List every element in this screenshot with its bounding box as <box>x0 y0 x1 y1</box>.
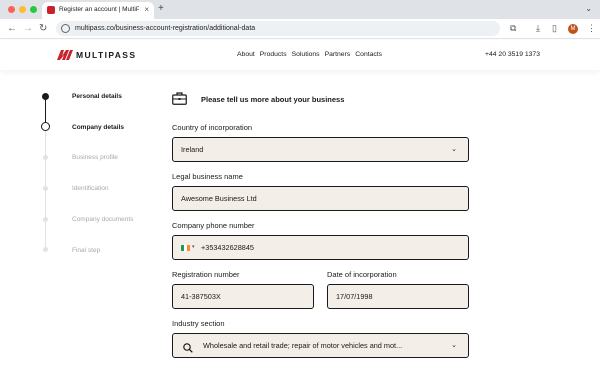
legal-name-value: Awesome Business Ltd <box>181 194 257 203</box>
registration-value: 41-387503X <box>181 292 221 301</box>
chevron-down-icon: ⌄ <box>451 146 457 153</box>
profile-avatar[interactable]: M <box>568 24 578 34</box>
maximize-window-button[interactable] <box>30 6 37 13</box>
country-select[interactable]: Ireland ⌄ <box>172 137 469 162</box>
tab-search-icon[interactable]: ⌄ <box>585 4 592 13</box>
tab-title: Register an account | MultiPa <box>59 6 139 13</box>
nav-products[interactable]: Products <box>260 51 287 58</box>
step-company-details[interactable]: Company details <box>72 123 124 132</box>
registration-input[interactable]: 41-387503X <box>172 284 314 309</box>
logo-text: MULTIPASS <box>76 50 137 60</box>
contact-phone[interactable]: +44 20 3519 1373 <box>485 51 540 58</box>
briefcase-icon <box>172 92 187 105</box>
legal-name-label: Legal business name <box>172 172 243 181</box>
step-business-profile: Business profile <box>72 154 118 161</box>
download-icon[interactable]: ⤓ <box>536 23 540 34</box>
nav-partners[interactable]: Partners <box>325 51 351 58</box>
new-tab-button[interactable]: + <box>158 3 164 15</box>
phone-label: Company phone number <box>172 221 255 230</box>
main-navigation: About Products Solutions Partners Contac… <box>237 51 382 58</box>
nav-about[interactable]: About <box>237 51 255 58</box>
site-info-icon[interactable] <box>61 24 70 33</box>
incorporation-date-input[interactable]: 17/07/1998 <box>327 284 469 309</box>
step-personal-details[interactable]: Personal details <box>72 92 122 101</box>
form-heading: Please tell us more about your business <box>201 95 345 104</box>
country-label: Country of incorporation <box>172 123 253 132</box>
incorporation-date-label: Date of incorporation <box>327 270 397 279</box>
browser-tab-bar: Register an account | MultiPa × + ⌄ <box>0 0 600 19</box>
step-company-documents: Company documents <box>72 216 134 223</box>
multipass-logo[interactable]: MULTIPASS <box>57 50 136 60</box>
step-marker-upcoming <box>43 186 48 191</box>
step-identification: Identification <box>72 185 109 192</box>
step-final-step: Final step <box>72 247 101 254</box>
ireland-flag-icon[interactable] <box>181 245 190 251</box>
phone-value: +353432628845 <box>201 243 254 252</box>
extensions-icon[interactable]: ⧉ <box>510 23 516 34</box>
address-bar[interactable]: multipass.co/business-account-registrati… <box>56 21 500 36</box>
nav-contacts[interactable]: Contacts <box>355 51 382 58</box>
site-favicon-icon <box>47 6 55 14</box>
site-header: MULTIPASS About Products Solutions Partn… <box>0 40 600 70</box>
country-code-dropdown-icon[interactable]: ▾ <box>192 244 195 250</box>
browser-tab[interactable]: Register an account | MultiPa × <box>42 2 154 19</box>
browser-menu-icon[interactable]: ⋮ <box>587 23 596 34</box>
nav-solutions[interactable]: Solutions <box>292 51 320 58</box>
step-marker-upcoming <box>43 155 48 160</box>
industry-select[interactable]: Wholesale and retail trade; repair of mo… <box>172 333 469 358</box>
close-window-button[interactable] <box>8 6 15 13</box>
phone-input[interactable]: ▾ +353432628845 <box>172 235 469 260</box>
industry-value: Wholesale and retail trade; repair of mo… <box>203 341 403 350</box>
step-marker-upcoming <box>43 247 48 252</box>
incorporation-date-value: 17/07/1998 <box>336 292 373 301</box>
industry-label: Industry section <box>172 319 225 328</box>
browser-toolbar: ← → ↻ multipass.co/business-account-regi… <box>0 19 600 39</box>
stepper-line-pending <box>45 131 46 252</box>
logo-mark-icon <box>57 50 73 60</box>
step-marker-upcoming <box>43 217 48 222</box>
search-icon <box>183 340 193 353</box>
step-marker-active <box>41 122 50 131</box>
forward-arrow-icon[interactable]: → <box>23 22 33 35</box>
back-arrow-icon[interactable]: ← <box>7 22 17 35</box>
minimize-window-button[interactable] <box>19 6 26 13</box>
chevron-down-icon: ⌄ <box>451 342 457 349</box>
registration-label: Registration number <box>172 270 240 279</box>
reload-icon[interactable]: ↻ <box>39 22 47 35</box>
country-value: Ireland <box>181 145 204 154</box>
tab-close-button[interactable]: × <box>144 5 149 15</box>
step-marker-done <box>42 93 49 100</box>
legal-name-input[interactable]: Awesome Business Ltd <box>172 186 469 211</box>
url-text[interactable]: multipass.co/business-account-registrati… <box>75 23 255 34</box>
side-panel-icon[interactable]: ▯ <box>552 23 557 34</box>
